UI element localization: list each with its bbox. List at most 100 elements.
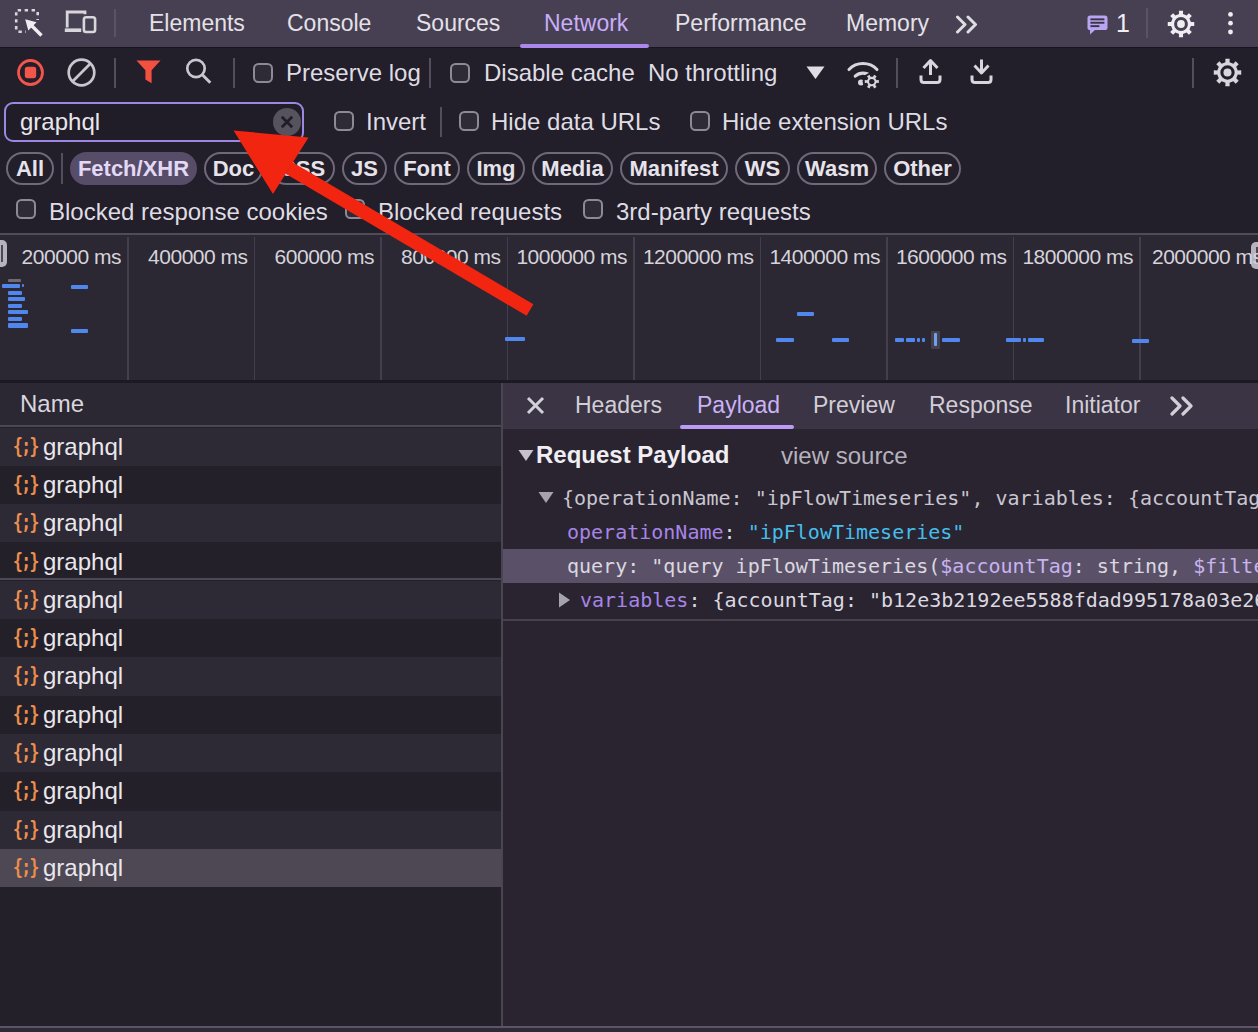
- invert-checkbox[interactable]: [334, 111, 354, 131]
- tab-memory[interactable]: Memory: [846, 0, 929, 47]
- payload-row[interactable]: variables: {accountTag: "b12e3b2192ee558…: [503, 583, 1258, 617]
- request-type-chips: All Fetch/XHRDocCSSJSFontImgMediaManifest…: [6, 147, 1258, 190]
- chip-css[interactable]: CSS: [270, 152, 335, 185]
- import-har-icon[interactable]: [919, 58, 942, 85]
- timeline-gridline: [254, 237, 256, 380]
- issues-count[interactable]: 1: [1116, 0, 1130, 47]
- search-icon[interactable]: [185, 58, 214, 87]
- name-column-header[interactable]: Name: [0, 383, 501, 427]
- blocked-response-cookies-checkbox[interactable]: [16, 199, 36, 219]
- more-tabs-icon[interactable]: [955, 15, 980, 34]
- chip-manifest[interactable]: Manifest: [620, 152, 728, 185]
- request-row[interactable]: {;}graphql: [0, 811, 501, 849]
- hide-extension-urls-checkbox[interactable]: [690, 111, 710, 131]
- request-name: graphql: [43, 777, 123, 805]
- request-row[interactable]: {;}graphql: [0, 696, 501, 734]
- hide-data-urls-label[interactable]: Hide data URLs: [491, 97, 660, 147]
- more-detail-tabs-icon[interactable]: [1169, 396, 1197, 416]
- chip-all[interactable]: All: [6, 152, 54, 185]
- chip-img[interactable]: Img: [467, 152, 525, 185]
- blocked-requests-label[interactable]: Blocked requests: [378, 190, 562, 233]
- request-row[interactable]: {;}graphql: [0, 466, 501, 504]
- hide-data-urls-checkbox[interactable]: [459, 111, 479, 131]
- clear-network-log-icon[interactable]: [67, 58, 96, 87]
- tab-sources[interactable]: Sources: [416, 0, 500, 47]
- 3rd-party-requests-label[interactable]: 3rd-party requests: [616, 190, 811, 233]
- request-row[interactable]: {;}graphql: [0, 428, 501, 466]
- request-row[interactable]: {;}graphql: [0, 772, 501, 810]
- waterfall-bar: [8, 279, 21, 282]
- export-har-icon[interactable]: [970, 58, 993, 85]
- tab-console[interactable]: Console: [287, 0, 371, 47]
- filter-input[interactable]: [4, 102, 304, 142]
- waterfall-bar: [71, 329, 88, 333]
- timeline-tick-label: 1800000 ms: [1022, 245, 1133, 269]
- 3rd-party-requests-checkbox[interactable]: [583, 199, 603, 219]
- request-row[interactable]: {;}graphql: [0, 619, 501, 657]
- close-details-icon[interactable]: [526, 396, 545, 415]
- tab-network[interactable]: Network: [544, 0, 628, 47]
- network-overview-timeline[interactable]: 200000 ms400000 ms600000 ms800000 ms1000…: [0, 233, 1258, 380]
- waterfall-bar: [8, 323, 28, 328]
- waterfall-bar: [776, 338, 794, 342]
- timeline-tick-label: 400000 ms: [148, 245, 247, 269]
- chip-other[interactable]: Other: [884, 152, 961, 185]
- preserve-log-label[interactable]: Preserve log: [286, 48, 421, 97]
- payload-row[interactable]: query: "query ipFlowTimeseries($accountT…: [503, 549, 1258, 583]
- view-source-link[interactable]: view source: [781, 442, 908, 470]
- payload-row[interactable]: operationName: "ipFlowTimeseries": [503, 515, 1258, 549]
- request-row[interactable]: {;}graphql: [0, 734, 501, 772]
- payload-row[interactable]: {operationName: "ipFlowTimeseries", vari…: [503, 481, 1258, 515]
- settings-gear-icon[interactable]: [1167, 10, 1195, 38]
- disable-cache-checkbox[interactable]: [450, 63, 470, 83]
- blocked-filters-row: Blocked response cookies Blocked requests…: [0, 190, 1258, 233]
- detail-tab-payload[interactable]: Payload: [697, 383, 780, 427]
- request-row[interactable]: {;}graphql: [0, 581, 501, 619]
- tab-performance[interactable]: Performance: [675, 0, 807, 47]
- chip-fetch-xhr[interactable]: Fetch/XHR: [70, 152, 197, 185]
- payload-section-caret-icon[interactable]: [518, 449, 534, 462]
- collapsed-caret-icon[interactable]: [556, 592, 572, 608]
- chip-font[interactable]: Font: [394, 152, 460, 185]
- chip-wasm[interactable]: Wasm: [797, 152, 877, 185]
- request-row[interactable]: {;}graphql: [0, 657, 501, 695]
- overview-left-handle[interactable]: [0, 240, 7, 267]
- tab-elements[interactable]: Elements: [149, 0, 245, 47]
- chip-doc[interactable]: Doc: [204, 152, 263, 185]
- throttling-select[interactable]: No throttling: [648, 48, 777, 97]
- request-row[interactable]: {;}graphql: [0, 542, 501, 580]
- detail-tab-headers[interactable]: Headers: [575, 383, 662, 427]
- detail-tab-preview[interactable]: Preview: [813, 383, 895, 427]
- toggle-device-toolbar-icon[interactable]: [64, 10, 97, 35]
- chip-ws[interactable]: WS: [735, 152, 790, 185]
- issues-icon[interactable]: [1087, 15, 1108, 35]
- disable-cache-label[interactable]: Disable cache: [484, 48, 635, 97]
- request-name: graphql: [43, 548, 123, 576]
- chip-js[interactable]: JS: [342, 152, 387, 185]
- request-name: graphql: [43, 739, 123, 767]
- inspect-element-icon[interactable]: [14, 8, 45, 39]
- request-name: graphql: [43, 662, 123, 690]
- payload-section-title[interactable]: Request Payload: [536, 441, 729, 469]
- record-network-log-icon[interactable]: [17, 59, 44, 86]
- detail-tab-response[interactable]: Response: [929, 383, 1033, 427]
- blocked-requests-checkbox[interactable]: [345, 199, 365, 219]
- chip-media[interactable]: Media: [532, 152, 613, 185]
- kebab-menu-icon[interactable]: [1226, 11, 1235, 37]
- invert-label[interactable]: Invert: [366, 97, 426, 147]
- detail-tab-initiator[interactable]: Initiator: [1065, 383, 1140, 427]
- waterfall-bar: [8, 297, 25, 301]
- clear-filter-icon[interactable]: [272, 107, 302, 137]
- preserve-log-checkbox[interactable]: [253, 63, 273, 83]
- network-conditions-icon[interactable]: [846, 56, 881, 89]
- network-settings-gear-icon[interactable]: [1213, 58, 1242, 87]
- devtools-window: Elements Console Sources Network Performance…: [0, 0, 1258, 1032]
- waterfall-bar: [832, 338, 849, 342]
- timeline-tick-label: 1600000 ms: [896, 245, 1007, 269]
- request-row[interactable]: {;}graphql: [0, 849, 501, 887]
- blocked-response-cookies-label[interactable]: Blocked response cookies: [49, 190, 328, 233]
- expanded-caret-icon[interactable]: [538, 490, 554, 506]
- hide-extension-urls-label[interactable]: Hide extension URLs: [722, 97, 947, 147]
- request-row[interactable]: {;}graphql: [0, 504, 501, 542]
- filter-icon[interactable]: [135, 59, 162, 86]
